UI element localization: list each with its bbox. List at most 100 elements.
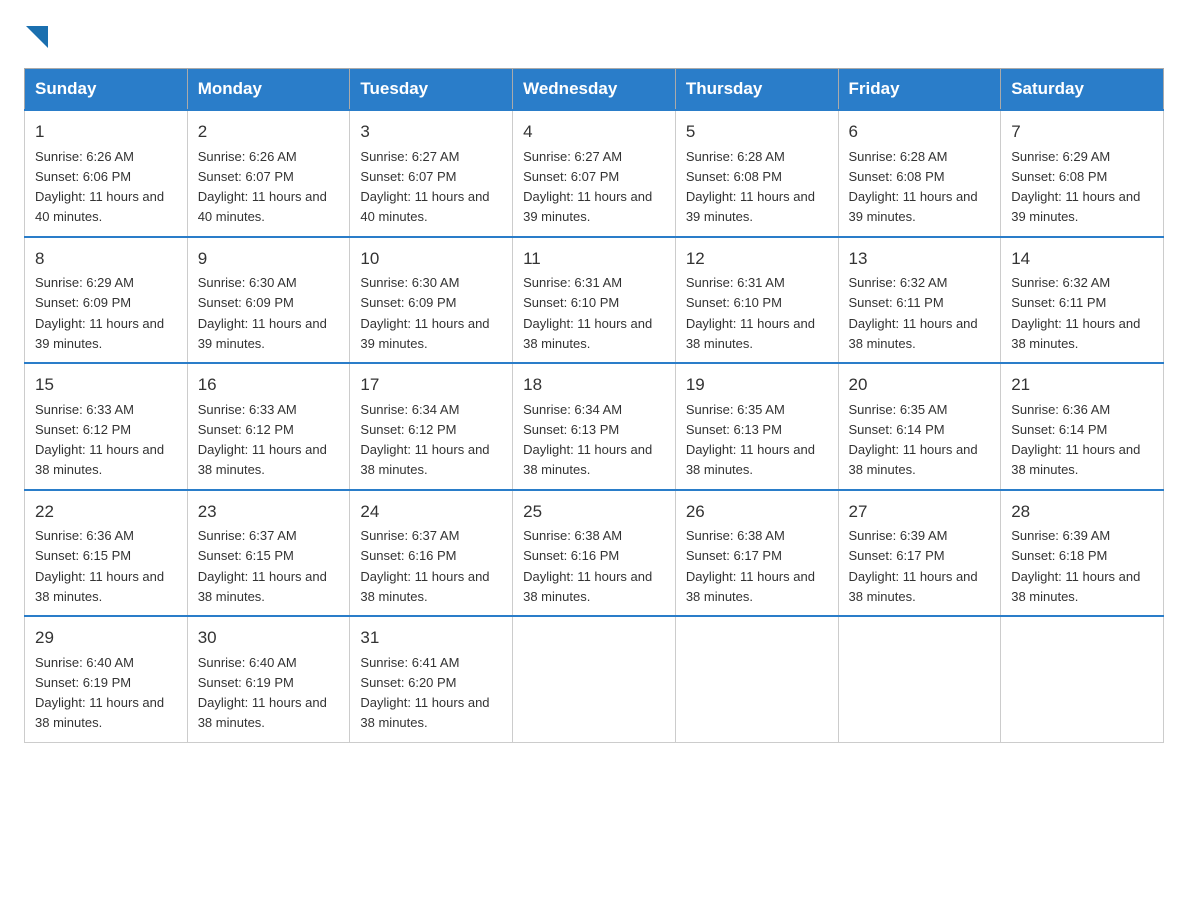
calendar-cell: 27 Sunrise: 6:39 AMSunset: 6:17 PMDaylig… — [838, 490, 1001, 617]
day-info: Sunrise: 6:39 AMSunset: 6:18 PMDaylight:… — [1011, 528, 1140, 604]
day-number: 29 — [35, 625, 177, 651]
day-info: Sunrise: 6:30 AMSunset: 6:09 PMDaylight:… — [198, 275, 327, 351]
calendar-cell: 9 Sunrise: 6:30 AMSunset: 6:09 PMDayligh… — [187, 237, 350, 364]
day-info: Sunrise: 6:36 AMSunset: 6:15 PMDaylight:… — [35, 528, 164, 604]
day-info: Sunrise: 6:39 AMSunset: 6:17 PMDaylight:… — [849, 528, 978, 604]
day-info: Sunrise: 6:40 AMSunset: 6:19 PMDaylight:… — [35, 655, 164, 731]
logo — [24, 24, 48, 48]
calendar-week-1: 1 Sunrise: 6:26 AMSunset: 6:06 PMDayligh… — [25, 110, 1164, 237]
calendar-cell: 24 Sunrise: 6:37 AMSunset: 6:16 PMDaylig… — [350, 490, 513, 617]
day-header-thursday: Thursday — [675, 69, 838, 111]
day-number: 26 — [686, 499, 828, 525]
calendar-cell: 19 Sunrise: 6:35 AMSunset: 6:13 PMDaylig… — [675, 363, 838, 490]
day-info: Sunrise: 6:26 AMSunset: 6:06 PMDaylight:… — [35, 149, 164, 225]
day-number: 13 — [849, 246, 991, 272]
day-number: 17 — [360, 372, 502, 398]
calendar-table: SundayMondayTuesdayWednesdayThursdayFrid… — [24, 68, 1164, 743]
day-number: 9 — [198, 246, 340, 272]
day-number: 12 — [686, 246, 828, 272]
logo-arrow-icon — [26, 26, 48, 48]
calendar-cell: 2 Sunrise: 6:26 AMSunset: 6:07 PMDayligh… — [187, 110, 350, 237]
day-number: 23 — [198, 499, 340, 525]
day-header-friday: Friday — [838, 69, 1001, 111]
calendar-cell: 17 Sunrise: 6:34 AMSunset: 6:12 PMDaylig… — [350, 363, 513, 490]
calendar-cell: 22 Sunrise: 6:36 AMSunset: 6:15 PMDaylig… — [25, 490, 188, 617]
day-number: 27 — [849, 499, 991, 525]
page-header — [24, 24, 1164, 48]
day-info: Sunrise: 6:34 AMSunset: 6:13 PMDaylight:… — [523, 402, 652, 478]
day-info: Sunrise: 6:40 AMSunset: 6:19 PMDaylight:… — [198, 655, 327, 731]
day-info: Sunrise: 6:31 AMSunset: 6:10 PMDaylight:… — [686, 275, 815, 351]
calendar-cell — [675, 616, 838, 742]
calendar-cell: 12 Sunrise: 6:31 AMSunset: 6:10 PMDaylig… — [675, 237, 838, 364]
day-info: Sunrise: 6:29 AMSunset: 6:09 PMDaylight:… — [35, 275, 164, 351]
day-info: Sunrise: 6:41 AMSunset: 6:20 PMDaylight:… — [360, 655, 489, 731]
calendar-cell: 30 Sunrise: 6:40 AMSunset: 6:19 PMDaylig… — [187, 616, 350, 742]
calendar-cell: 31 Sunrise: 6:41 AMSunset: 6:20 PMDaylig… — [350, 616, 513, 742]
calendar-cell: 3 Sunrise: 6:27 AMSunset: 6:07 PMDayligh… — [350, 110, 513, 237]
calendar-cell: 6 Sunrise: 6:28 AMSunset: 6:08 PMDayligh… — [838, 110, 1001, 237]
day-info: Sunrise: 6:38 AMSunset: 6:16 PMDaylight:… — [523, 528, 652, 604]
day-info: Sunrise: 6:37 AMSunset: 6:16 PMDaylight:… — [360, 528, 489, 604]
calendar-cell: 29 Sunrise: 6:40 AMSunset: 6:19 PMDaylig… — [25, 616, 188, 742]
day-number: 24 — [360, 499, 502, 525]
calendar-cell: 16 Sunrise: 6:33 AMSunset: 6:12 PMDaylig… — [187, 363, 350, 490]
day-info: Sunrise: 6:28 AMSunset: 6:08 PMDaylight:… — [849, 149, 978, 225]
day-info: Sunrise: 6:32 AMSunset: 6:11 PMDaylight:… — [1011, 275, 1140, 351]
day-header-sunday: Sunday — [25, 69, 188, 111]
calendar-cell: 7 Sunrise: 6:29 AMSunset: 6:08 PMDayligh… — [1001, 110, 1164, 237]
calendar-cell: 8 Sunrise: 6:29 AMSunset: 6:09 PMDayligh… — [25, 237, 188, 364]
day-number: 2 — [198, 119, 340, 145]
calendar-cell — [513, 616, 676, 742]
calendar-week-3: 15 Sunrise: 6:33 AMSunset: 6:12 PMDaylig… — [25, 363, 1164, 490]
calendar-cell: 10 Sunrise: 6:30 AMSunset: 6:09 PMDaylig… — [350, 237, 513, 364]
calendar-cell: 26 Sunrise: 6:38 AMSunset: 6:17 PMDaylig… — [675, 490, 838, 617]
day-info: Sunrise: 6:37 AMSunset: 6:15 PMDaylight:… — [198, 528, 327, 604]
calendar-cell: 15 Sunrise: 6:33 AMSunset: 6:12 PMDaylig… — [25, 363, 188, 490]
day-number: 22 — [35, 499, 177, 525]
day-info: Sunrise: 6:35 AMSunset: 6:14 PMDaylight:… — [849, 402, 978, 478]
day-info: Sunrise: 6:35 AMSunset: 6:13 PMDaylight:… — [686, 402, 815, 478]
calendar-week-5: 29 Sunrise: 6:40 AMSunset: 6:19 PMDaylig… — [25, 616, 1164, 742]
day-number: 31 — [360, 625, 502, 651]
day-number: 1 — [35, 119, 177, 145]
day-info: Sunrise: 6:30 AMSunset: 6:09 PMDaylight:… — [360, 275, 489, 351]
calendar-cell: 14 Sunrise: 6:32 AMSunset: 6:11 PMDaylig… — [1001, 237, 1164, 364]
day-info: Sunrise: 6:36 AMSunset: 6:14 PMDaylight:… — [1011, 402, 1140, 478]
day-info: Sunrise: 6:27 AMSunset: 6:07 PMDaylight:… — [360, 149, 489, 225]
day-number: 7 — [1011, 119, 1153, 145]
day-number: 10 — [360, 246, 502, 272]
calendar-cell: 1 Sunrise: 6:26 AMSunset: 6:06 PMDayligh… — [25, 110, 188, 237]
day-info: Sunrise: 6:33 AMSunset: 6:12 PMDaylight:… — [198, 402, 327, 478]
day-info: Sunrise: 6:28 AMSunset: 6:08 PMDaylight:… — [686, 149, 815, 225]
calendar-week-4: 22 Sunrise: 6:36 AMSunset: 6:15 PMDaylig… — [25, 490, 1164, 617]
day-number: 20 — [849, 372, 991, 398]
day-number: 6 — [849, 119, 991, 145]
day-number: 14 — [1011, 246, 1153, 272]
day-info: Sunrise: 6:32 AMSunset: 6:11 PMDaylight:… — [849, 275, 978, 351]
day-header-wednesday: Wednesday — [513, 69, 676, 111]
day-info: Sunrise: 6:33 AMSunset: 6:12 PMDaylight:… — [35, 402, 164, 478]
day-number: 11 — [523, 246, 665, 272]
calendar-cell: 5 Sunrise: 6:28 AMSunset: 6:08 PMDayligh… — [675, 110, 838, 237]
day-info: Sunrise: 6:26 AMSunset: 6:07 PMDaylight:… — [198, 149, 327, 225]
day-info: Sunrise: 6:38 AMSunset: 6:17 PMDaylight:… — [686, 528, 815, 604]
calendar-header-row: SundayMondayTuesdayWednesdayThursdayFrid… — [25, 69, 1164, 111]
day-header-tuesday: Tuesday — [350, 69, 513, 111]
day-number: 19 — [686, 372, 828, 398]
day-header-saturday: Saturday — [1001, 69, 1164, 111]
calendar-cell: 4 Sunrise: 6:27 AMSunset: 6:07 PMDayligh… — [513, 110, 676, 237]
calendar-cell: 20 Sunrise: 6:35 AMSunset: 6:14 PMDaylig… — [838, 363, 1001, 490]
day-number: 30 — [198, 625, 340, 651]
calendar-week-2: 8 Sunrise: 6:29 AMSunset: 6:09 PMDayligh… — [25, 237, 1164, 364]
day-number: 15 — [35, 372, 177, 398]
day-number: 4 — [523, 119, 665, 145]
day-number: 16 — [198, 372, 340, 398]
calendar-cell: 21 Sunrise: 6:36 AMSunset: 6:14 PMDaylig… — [1001, 363, 1164, 490]
day-info: Sunrise: 6:34 AMSunset: 6:12 PMDaylight:… — [360, 402, 489, 478]
day-info: Sunrise: 6:29 AMSunset: 6:08 PMDaylight:… — [1011, 149, 1140, 225]
day-info: Sunrise: 6:27 AMSunset: 6:07 PMDaylight:… — [523, 149, 652, 225]
day-number: 3 — [360, 119, 502, 145]
calendar-cell — [1001, 616, 1164, 742]
calendar-cell: 23 Sunrise: 6:37 AMSunset: 6:15 PMDaylig… — [187, 490, 350, 617]
